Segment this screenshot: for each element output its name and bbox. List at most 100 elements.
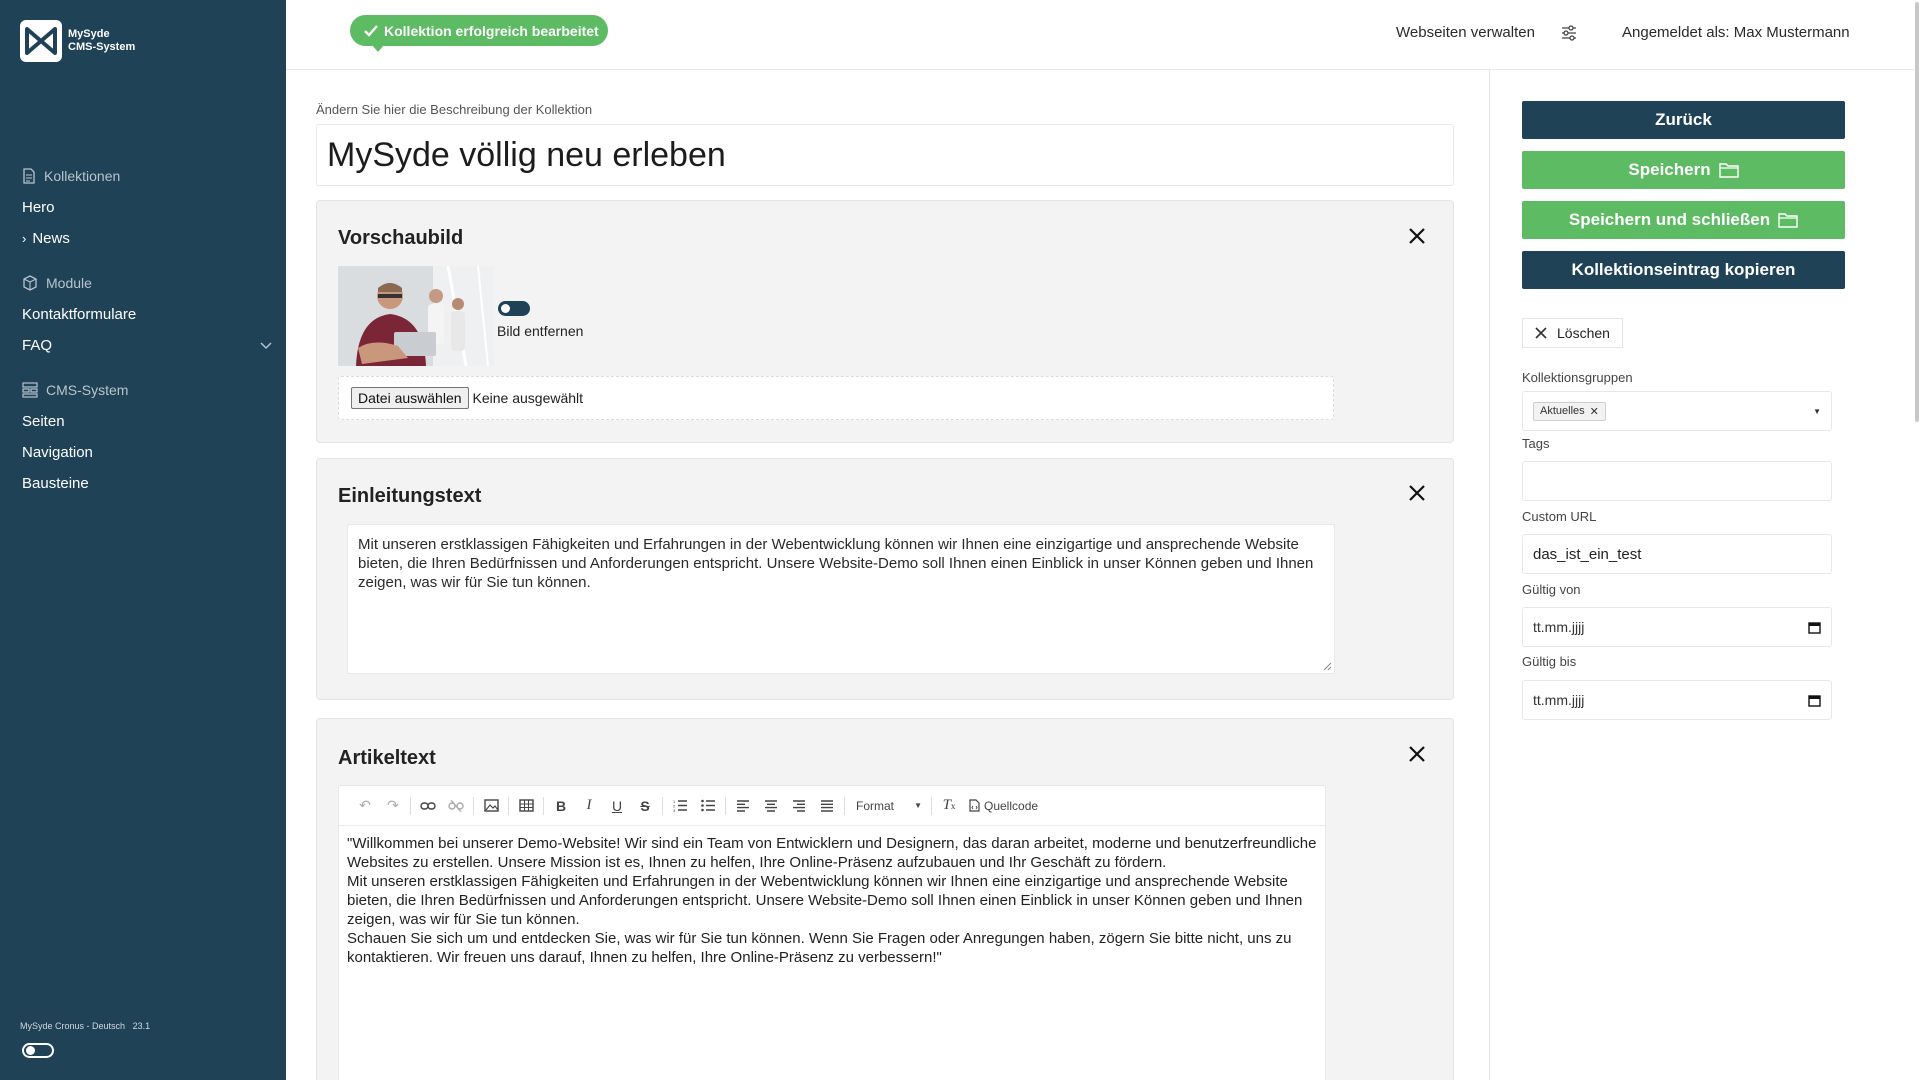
preview-image-panel: Vorschaubild Bild entfernen Datei auswäh…: [316, 200, 1454, 443]
sidebar-item-hero[interactable]: Hero: [22, 192, 272, 223]
clear-format-icon[interactable]: Tx: [935, 792, 963, 820]
valid-from-value: tt.mm.jjjj: [1533, 619, 1585, 635]
sidebar-item-contact-forms[interactable]: Kontaktformulare: [22, 299, 272, 330]
folder-icon: [1718, 163, 1739, 178]
bold-icon[interactable]: B: [547, 792, 575, 820]
file-upload-area: Datei auswählen Keine ausgewählt: [338, 376, 1334, 420]
calendar-icon[interactable]: [1808, 621, 1821, 634]
toolbar-divider: [543, 796, 544, 815]
copy-button-label: Kollektionseintrag kopieren: [1571, 260, 1796, 279]
logo-line2: CMS-System: [68, 41, 136, 53]
delete-button-label: Löschen: [1557, 325, 1610, 341]
sidebar-item-label: Navigation: [22, 444, 93, 461]
align-center-icon[interactable]: [757, 792, 785, 820]
file-status: Keine ausgewählt: [472, 390, 584, 406]
choose-file-button[interactable]: Datei auswählen: [351, 387, 469, 409]
settings-panel: Zurück Speichern Speichern und schließen…: [1490, 70, 1920, 1080]
close-icon[interactable]: [1408, 745, 1426, 763]
back-button[interactable]: Zurück: [1522, 101, 1845, 139]
top-bar: Kollektion erfolgreich bearbeitet Websei…: [286, 0, 1920, 70]
underline-icon[interactable]: U: [603, 792, 631, 820]
title-input[interactable]: MySyde völlig neu erleben: [316, 124, 1454, 186]
logged-in-user: Angemeldet als: Max Mustermann: [1622, 24, 1850, 41]
editor-paragraph: Schauen Sie sich um und entdecken Sie, w…: [347, 930, 1292, 966]
version-info: MySyde Cronus - Deutsch 23.1: [20, 1021, 150, 1031]
save-button[interactable]: Speichern: [1522, 151, 1845, 189]
panel-heading: Einleitungstext: [338, 485, 482, 507]
source-file-icon: [969, 799, 980, 812]
nav-header-collections: Kollektionen: [22, 166, 272, 186]
editor-paragraph: "Willkommen bei unserer Demo-Website! Wi…: [347, 835, 1317, 871]
tags-input[interactable]: [1522, 461, 1832, 501]
valid-from-label: Gültig von: [1522, 582, 1581, 597]
editor-paragraph: Mit unseren erstklassigen Fähigkeiten un…: [347, 873, 1303, 928]
nav-header-label: Module: [46, 275, 92, 291]
sidebar-item-news[interactable]: › News: [22, 223, 272, 254]
strikethrough-icon[interactable]: S: [631, 792, 659, 820]
nav-header-label: CMS-System: [46, 382, 129, 398]
remove-tag-icon[interactable]: ✕: [1590, 405, 1599, 418]
sliders-icon[interactable]: [1560, 24, 1578, 47]
logo[interactable]: MySyde CMS-System: [20, 20, 135, 62]
align-justify-icon[interactable]: [813, 792, 841, 820]
save-button-label: Speichern: [1628, 160, 1711, 179]
custom-url-input[interactable]: das_ist_ein_test: [1522, 534, 1832, 574]
sidebar-item-faq[interactable]: FAQ: [22, 330, 272, 361]
copy-entry-button[interactable]: Kollektionseintrag kopieren: [1522, 251, 1845, 289]
collection-groups-select[interactable]: Aktuelles ✕ ▼: [1522, 391, 1832, 431]
nav-section-collections: Kollektionen Hero › News: [22, 166, 272, 254]
align-right-icon[interactable]: [785, 792, 813, 820]
theme-toggle[interactable]: [22, 1043, 54, 1058]
scrollbar-thumb[interactable]: [1915, 2, 1919, 422]
collection-groups-label: Kollektionsgruppen: [1522, 370, 1633, 385]
custom-url-label: Custom URL: [1522, 509, 1597, 524]
table-icon[interactable]: [512, 792, 540, 820]
redo-icon[interactable]: ↷: [379, 792, 407, 820]
remove-image-label: Bild entfernen: [497, 323, 584, 339]
undo-icon[interactable]: ↶: [351, 792, 379, 820]
toolbar-divider: [725, 796, 726, 815]
calendar-icon[interactable]: [1808, 694, 1821, 707]
scrollbar[interactable]: [1914, 0, 1920, 1080]
resize-grip-icon[interactable]: [1323, 662, 1332, 671]
delete-button[interactable]: Löschen: [1522, 318, 1623, 348]
nav-header-label: Kollektionen: [44, 168, 121, 184]
check-icon: [364, 24, 378, 37]
italic-icon[interactable]: I: [575, 792, 603, 820]
sidebar-item-navigation[interactable]: Navigation: [22, 437, 272, 468]
unlink-icon[interactable]: [442, 792, 470, 820]
toolbar-divider: [473, 796, 474, 815]
image-icon[interactable]: [477, 792, 505, 820]
source-code-button[interactable]: Quellcode: [963, 799, 1044, 813]
align-left-icon[interactable]: [729, 792, 757, 820]
source-code-label: Quellcode: [984, 798, 1039, 813]
folder-icon: [1778, 213, 1798, 228]
toolbar-divider: [931, 796, 932, 815]
intro-textarea[interactable]: Mit unseren erstklassigen Fähigkeiten un…: [347, 524, 1335, 674]
remove-image-toggle[interactable]: [498, 301, 530, 316]
link-icon[interactable]: [414, 792, 442, 820]
close-icon[interactable]: [1408, 227, 1426, 245]
valid-from-input[interactable]: tt.mm.jjjj: [1522, 607, 1832, 647]
close-icon[interactable]: [1408, 484, 1426, 502]
logo-text: MySyde CMS-System: [68, 28, 135, 54]
svg-text:3: 3: [673, 808, 676, 812]
description-label: Ändern Sie hier die Beschreibung der Kol…: [316, 102, 593, 117]
save-and-close-button[interactable]: Speichern und schließen: [1522, 201, 1845, 239]
sidebar-item-blocks[interactable]: Bausteine: [22, 468, 272, 499]
nav-header-modules: Module: [22, 273, 272, 293]
manage-websites-link[interactable]: Webseiten verwalten: [1396, 24, 1535, 41]
valid-to-input[interactable]: tt.mm.jjjj: [1522, 680, 1832, 720]
editor-content[interactable]: "Willkommen bei unserer Demo-Website! Wi…: [339, 826, 1325, 975]
ordered-list-icon[interactable]: 123: [666, 792, 694, 820]
bullet-list-icon[interactable]: [694, 792, 722, 820]
sidebar-item-pages[interactable]: Seiten: [22, 406, 272, 437]
caret-down-icon: ▼: [914, 801, 922, 810]
toolbar-divider: [508, 796, 509, 815]
close-icon: [1535, 327, 1547, 339]
format-label: Format: [856, 798, 895, 813]
format-dropdown[interactable]: Format ▼: [848, 799, 928, 813]
panel-heading: Artikeltext: [338, 747, 436, 769]
panel-heading: Vorschaubild: [338, 227, 464, 249]
back-button-label: Zurück: [1655, 110, 1712, 129]
